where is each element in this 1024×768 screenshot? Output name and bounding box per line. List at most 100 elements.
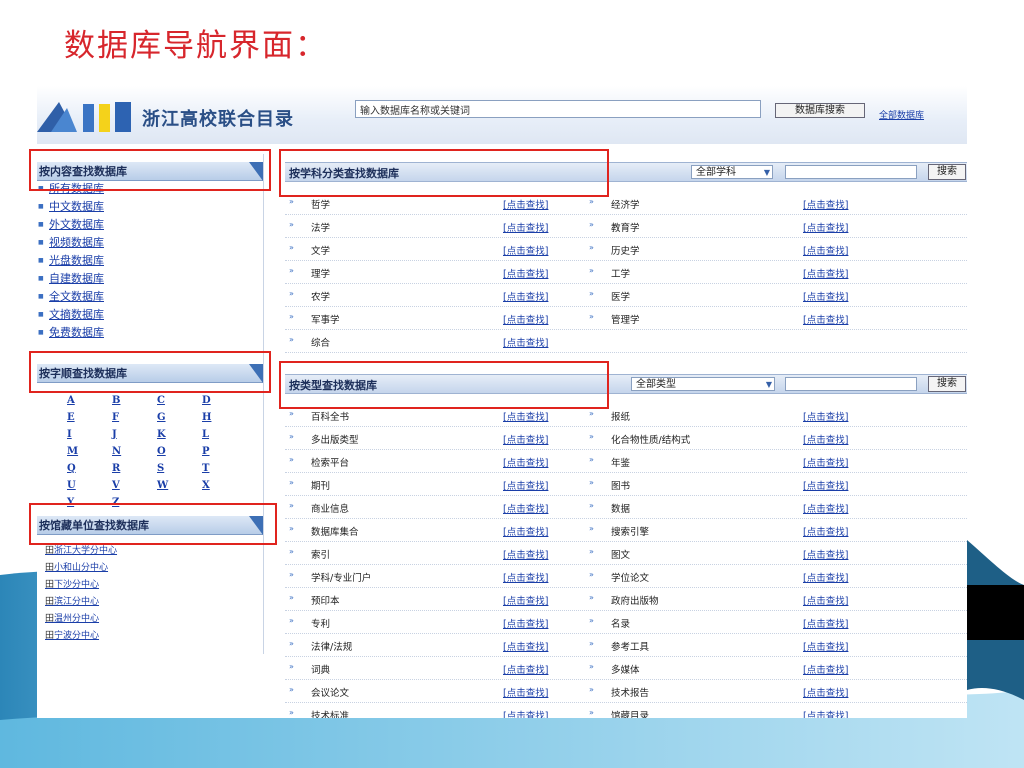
find-link[interactable]: [点击查找] (503, 708, 548, 718)
branch-link[interactable]: 田下沙分中心 (45, 577, 117, 594)
branch-link[interactable]: 田宁波分中心 (45, 628, 117, 645)
arrow-icon: » (289, 570, 294, 579)
find-link[interactable]: [点击查找] (803, 432, 848, 446)
find-link[interactable]: [点击查找] (503, 335, 548, 349)
alpha-letter-link[interactable]: W (157, 480, 202, 491)
find-link[interactable]: [点击查找] (803, 685, 848, 699)
subject-search-button[interactable]: 搜索 (928, 164, 966, 180)
find-link[interactable]: [点击查找] (503, 455, 548, 469)
alpha-letter-link[interactable]: X (202, 480, 247, 491)
find-link[interactable]: [点击查找] (803, 662, 848, 676)
expand-plus-icon: 田 (45, 614, 55, 624)
find-link[interactable]: [点击查找] (503, 593, 548, 607)
expand-plus-icon: 田 (45, 631, 55, 641)
arrow-icon: » (589, 266, 594, 275)
find-link[interactable]: [点击查找] (503, 289, 548, 303)
find-link[interactable]: [点击查找] (503, 409, 548, 423)
content-link[interactable]: 文摘数据库 (37, 306, 263, 324)
table-row: » 索引 [点击查找] » 图文 [点击查找] (285, 542, 967, 565)
content-link[interactable]: 视频数据库 (37, 234, 263, 252)
find-link[interactable]: [点击查找] (803, 243, 848, 257)
find-link[interactable]: [点击查找] (803, 289, 848, 303)
find-link[interactable]: [点击查找] (803, 409, 848, 423)
find-link[interactable]: [点击查找] (803, 501, 848, 515)
find-link[interactable]: [点击查找] (503, 685, 548, 699)
find-link[interactable]: [点击查找] (503, 243, 548, 257)
category-name: 搜索引擎 (611, 527, 650, 538)
find-link[interactable]: [点击查找] (803, 312, 848, 326)
branch-link[interactable]: 田滨江分中心 (45, 594, 117, 611)
content-link[interactable]: 自建数据库 (37, 270, 263, 288)
find-link[interactable]: [点击查找] (803, 478, 848, 492)
content-link[interactable]: 全文数据库 (37, 288, 263, 306)
branch-list: 田浙江大学分中心 田小和山分中心 田下沙分中心 田滨江分中心 田温州分中心 田宁波分中心 (45, 543, 117, 645)
find-link[interactable]: [点击查找] (803, 220, 848, 234)
find-link[interactable]: [点击查找] (803, 266, 848, 280)
branch-link[interactable]: 田小和山分中心 (45, 560, 117, 577)
type-search-button[interactable]: 搜索 (928, 376, 966, 392)
find-link[interactable]: [点击查找] (503, 312, 548, 326)
find-link[interactable]: [点击查找] (503, 662, 548, 676)
branch-link[interactable]: 田温州分中心 (45, 611, 117, 628)
category-name: 化合物性质/结构式 (611, 435, 691, 446)
find-link[interactable]: [点击查找] (503, 639, 548, 653)
table-row: » 理学 [点击查找] » 工学 [点击查找] (285, 261, 967, 284)
arrow-icon: » (289, 547, 294, 556)
alpha-grid: ABCDEFGHIJKLMNOPQRSTUVWXYZ (67, 388, 247, 508)
content-link[interactable]: 外文数据库 (37, 216, 263, 234)
table-row: » 期刊 [点击查找] » 图书 [点击查找] (285, 473, 967, 496)
expand-plus-icon: 田 (45, 546, 55, 556)
find-link[interactable]: [点击查找] (803, 455, 848, 469)
find-link[interactable]: [点击查找] (803, 570, 848, 584)
all-databases-link[interactable]: 全部数据库 (879, 108, 924, 121)
chevron-down-icon: ▼ (765, 380, 772, 389)
arrow-icon: » (289, 616, 294, 625)
category-name: 数据 (611, 504, 631, 515)
type-search-input[interactable] (785, 377, 917, 391)
category-name: 商业信息 (311, 504, 350, 515)
find-link[interactable]: [点击查找] (803, 197, 848, 211)
category-name: 技术报告 (611, 688, 650, 699)
arrow-icon: » (589, 432, 594, 441)
find-link[interactable]: [点击查找] (503, 570, 548, 584)
database-search-button[interactable]: 数据库搜索 (775, 103, 865, 118)
category-name: 馆藏目录 (611, 711, 650, 718)
find-link[interactable]: [点击查找] (803, 547, 848, 561)
find-link[interactable]: [点击查找] (803, 524, 848, 538)
content-link[interactable]: 免费数据库 (37, 324, 263, 342)
content-link[interactable]: 中文数据库 (37, 198, 263, 216)
find-link[interactable]: [点击查找] (503, 547, 548, 561)
highlight-box-content (29, 149, 271, 191)
brand-name: 浙江高校联合目录 (142, 109, 294, 130)
category-name: 词典 (311, 665, 331, 676)
category-name: 技术标准 (311, 711, 350, 718)
find-link[interactable]: [点击查找] (803, 639, 848, 653)
find-link[interactable]: [点击查找] (503, 524, 548, 538)
type-select[interactable]: 全部类型 ▼ (631, 377, 775, 391)
find-link[interactable]: [点击查找] (503, 478, 548, 492)
category-name: 名录 (611, 619, 631, 630)
subject-search-input[interactable] (785, 165, 917, 179)
find-link[interactable]: [点击查找] (503, 220, 548, 234)
alpha-row: IJKL (67, 422, 247, 440)
category-name: 学科/专业门户 (311, 573, 372, 584)
category-name: 报纸 (611, 412, 631, 423)
database-search-input[interactable] (355, 100, 761, 118)
find-link[interactable]: [点击查找] (803, 593, 848, 607)
branch-link[interactable]: 田浙江大学分中心 (45, 543, 117, 560)
subject-select[interactable]: 全部学科 ▼ (691, 165, 773, 179)
find-link[interactable]: [点击查找] (803, 616, 848, 630)
find-link[interactable]: [点击查找] (503, 197, 548, 211)
category-name: 医学 (611, 292, 631, 303)
find-link[interactable]: [点击查找] (803, 708, 848, 718)
category-name: 年鉴 (611, 458, 631, 469)
find-link[interactable]: [点击查找] (503, 616, 548, 630)
category-name: 数据库集合 (311, 527, 359, 538)
find-link[interactable]: [点击查找] (503, 432, 548, 446)
arrow-icon: » (589, 616, 594, 625)
content-link[interactable]: 光盘数据库 (37, 252, 263, 270)
category-name: 多出版类型 (311, 435, 359, 446)
find-link[interactable]: [点击查找] (503, 501, 548, 515)
arrow-icon: » (289, 220, 294, 229)
find-link[interactable]: [点击查找] (503, 266, 548, 280)
